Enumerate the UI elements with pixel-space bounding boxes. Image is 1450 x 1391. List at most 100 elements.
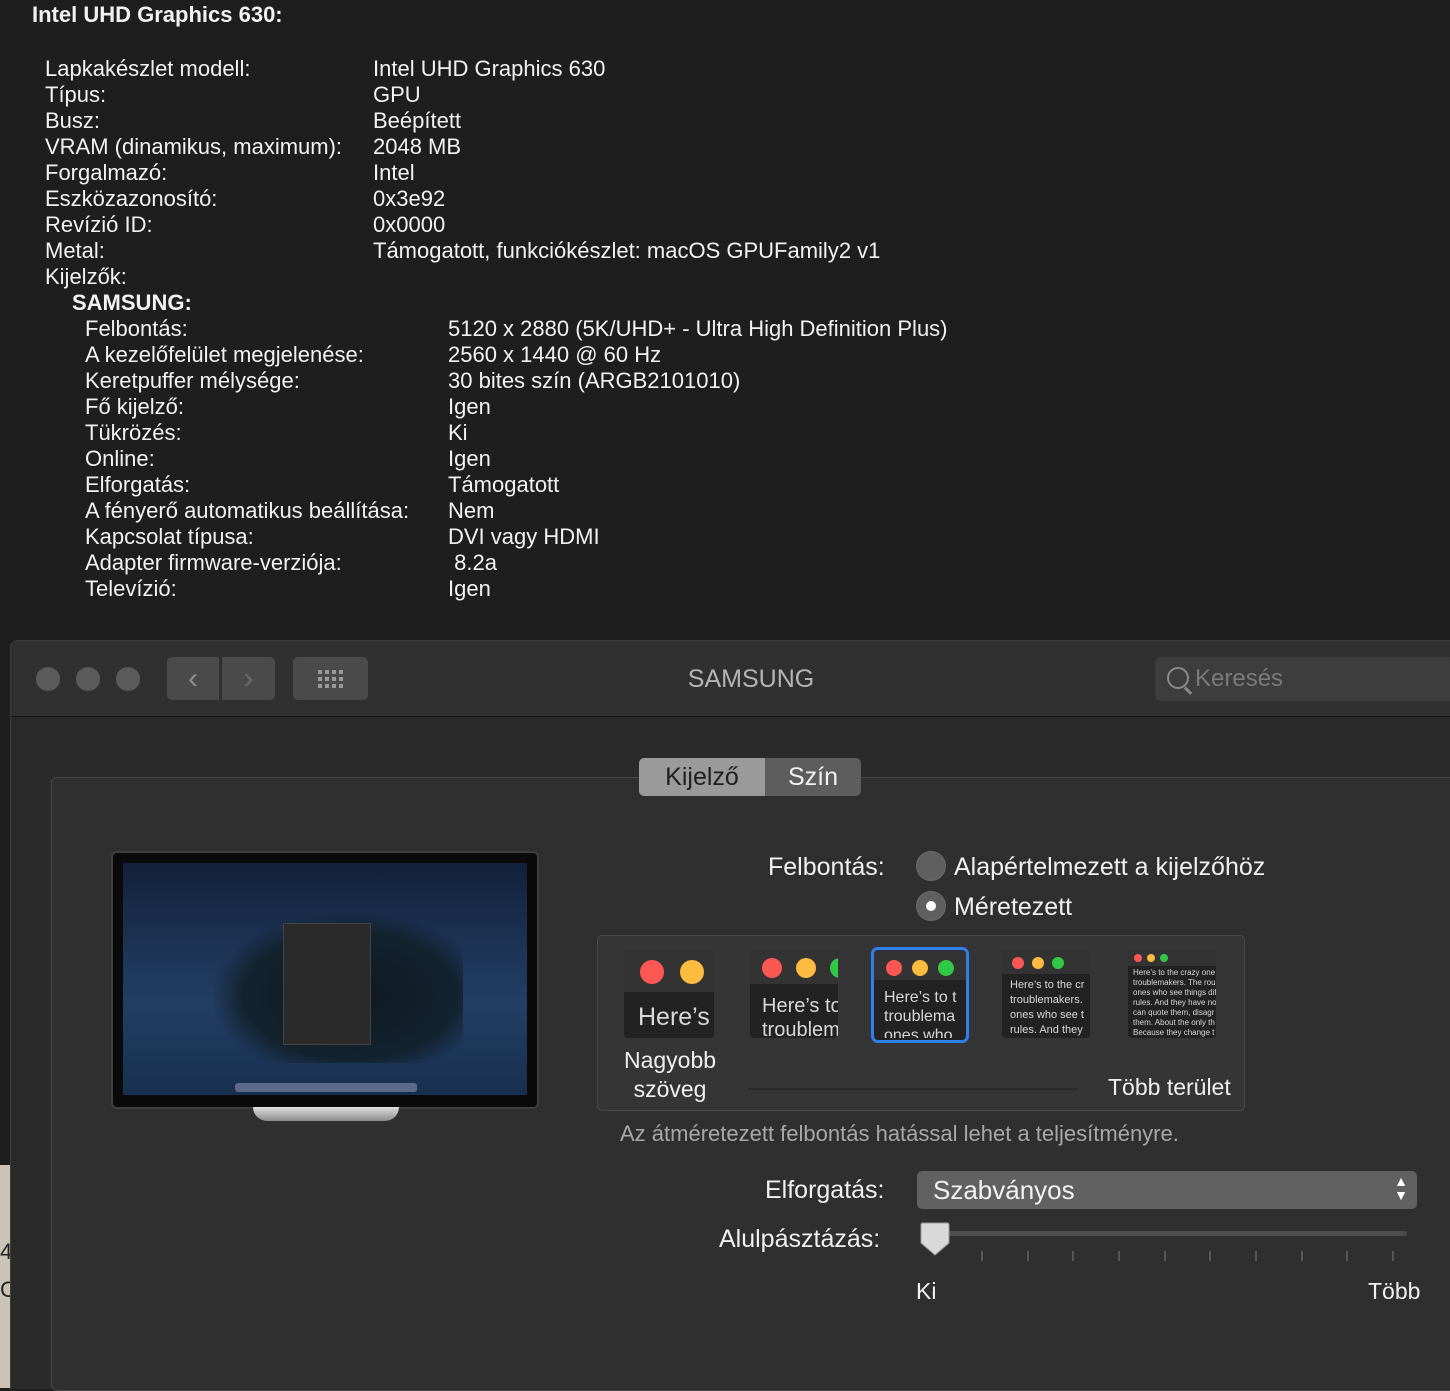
slider-tick: [981, 1251, 983, 1261]
info-value: 0x3e92: [373, 186, 446, 211]
info-label: Eszközazonosító:: [45, 186, 218, 211]
yellow-dot-icon: [1147, 954, 1155, 962]
slider-tick: [1118, 1251, 1120, 1261]
underscan-label: Alulpásztázás:: [719, 1225, 881, 1253]
scale-divider: [748, 1088, 1078, 1090]
scale-sample-text: Here’s to t troublema ones who: [884, 989, 957, 1038]
yellow-dot-icon: [796, 958, 816, 978]
scale-sample-text: Here’s to the crazy one troublemakers. T…: [1133, 968, 1216, 1037]
display-label: Fő kijelző:: [85, 394, 185, 419]
more-space-label: Több terület: [1108, 1074, 1231, 1100]
display-value: Támogatott: [448, 472, 560, 497]
radio-scaled-label[interactable]: Méretezett: [954, 893, 1072, 922]
display-label: Tükrözés:: [85, 420, 182, 445]
display-label: Felbontás:: [85, 316, 188, 341]
info-value: Intel UHD Graphics 630: [373, 56, 606, 81]
tab-color[interactable]: Szín: [765, 758, 861, 796]
search-icon: [1167, 667, 1189, 689]
display-value: Igen: [448, 446, 491, 471]
tab-display[interactable]: Kijelző: [639, 758, 765, 796]
scale-sample-text: Here’s to troublem: [762, 995, 838, 1038]
preview-dock: [235, 1083, 417, 1092]
slider-tick: [1346, 1251, 1348, 1261]
performance-note: Az átméretezett felbontás hatással lehet…: [620, 1121, 1179, 1146]
display-value: Nem: [448, 498, 495, 523]
resolution-label: Felbontás:: [768, 853, 885, 881]
green-dot-icon: [1160, 954, 1168, 962]
search-field[interactable]: [1155, 657, 1450, 701]
display-preferences-window: ‹ › SAMSUNG Kijelző Szín Felbontás: Alap…: [10, 640, 1450, 1391]
display-label: Adapter firmware-verziója:: [85, 550, 342, 575]
slider-tick: [1301, 1251, 1303, 1261]
display-value: 2560 x 1440 @ 60 Hz: [448, 342, 662, 367]
radio-default-label[interactable]: Alapértelmezett a kijelzőhöz: [954, 853, 1265, 882]
scale-sample-text: Here’s: [638, 1003, 710, 1031]
info-label: Busz:: [45, 108, 101, 133]
slider-tick: [1072, 1251, 1074, 1261]
info-value: Beépített: [373, 108, 462, 133]
scale-option-5[interactable]: Here’s to the crazy one troublemakers. T…: [1128, 950, 1216, 1038]
info-label: Típus:: [45, 82, 107, 107]
yellow-dot-icon: [1032, 957, 1044, 969]
title-bar: ‹ › SAMSUNG: [11, 641, 1450, 717]
display-value: DVI vagy HDMI: [448, 524, 600, 549]
radio-scaled-resolution[interactable]: [916, 891, 946, 921]
red-dot-icon: [1012, 957, 1024, 969]
green-dot-icon: [1052, 957, 1064, 969]
slider-tick: [1392, 1251, 1394, 1261]
rotation-value: Szabványos: [933, 1175, 1075, 1205]
info-value: Intel: [373, 160, 415, 185]
background-window-fragment: 4 C: [0, 1165, 16, 1388]
display-value: 5120 x 2880 (5K/UHD+ - Ultra High Defini…: [448, 316, 948, 341]
slider-tick: [1255, 1251, 1257, 1261]
red-dot-icon: [762, 958, 782, 978]
info-label: VRAM (dinamikus, maximum):: [45, 134, 343, 159]
yellow-dot-icon: [912, 960, 928, 976]
slider-tick: [1209, 1251, 1211, 1261]
display-label: A fényerő automatikus beállítása:: [85, 498, 410, 523]
red-dot-icon: [640, 960, 664, 984]
slider-tick: [1164, 1251, 1166, 1261]
info-label: Metal:: [45, 238, 105, 263]
info-value: 2048 MB: [373, 134, 462, 159]
rotation-label: Elforgatás:: [765, 1176, 885, 1204]
display-label: Elforgatás:: [85, 472, 191, 497]
monitor-preview: [111, 851, 539, 1121]
red-dot-icon: [886, 960, 902, 976]
info-label: Forgalmazó:: [45, 160, 168, 185]
display-label: Keretpuffer mélysége:: [85, 368, 300, 393]
slider-tick: [1027, 1251, 1029, 1261]
rotation-popup[interactable]: Szabványos ▲ ▼: [917, 1171, 1417, 1209]
radio-default-resolution[interactable]: [916, 851, 946, 881]
info-value: Támogatott, funkciókészlet: macOS GPUFam…: [373, 238, 881, 263]
info-value: 0x0000: [373, 212, 446, 237]
info-value: GPU: [373, 82, 421, 107]
red-dot-icon: [1134, 954, 1142, 962]
display-name: SAMSUNG:: [72, 290, 192, 315]
scale-option-3[interactable]: Here’s to t troublema ones who: [871, 947, 969, 1043]
underscan-slider-track[interactable]: [931, 1231, 1407, 1236]
display-label: Kapcsolat típusa:: [85, 524, 254, 549]
scale-sample-text: Here’s to the cr troublemakers. ones who…: [1010, 979, 1085, 1036]
scale-option-2[interactable]: Here’s to troublem: [750, 950, 838, 1038]
yellow-dot-icon: [680, 960, 704, 984]
search-input[interactable]: [1193, 663, 1447, 695]
green-dot-icon: [938, 960, 954, 976]
underscan-min-label: Ki: [916, 1278, 937, 1304]
scale-option-4[interactable]: Here’s to the cr troublemakers. ones who…: [1002, 950, 1090, 1038]
preview-window: [283, 923, 371, 1045]
larger-text-label: Nagyobb szöveg: [623, 1047, 717, 1102]
underscan-slider-knob[interactable]: [920, 1221, 950, 1257]
underscan-max-label: Több: [1368, 1278, 1421, 1304]
scale-option-1[interactable]: Here’s: [624, 950, 714, 1038]
display-value: 30 bites szín (ARGB2101010): [448, 368, 741, 393]
display-value: Igen: [448, 576, 491, 601]
info-label: Revízió ID:: [45, 212, 153, 237]
system-info-panel: Intel UHD Graphics 630: Lapkakészlet mod…: [0, 0, 1450, 640]
info-label: Kijelzők:: [45, 264, 127, 289]
display-label: A kezelőfelület megjelenése:: [85, 342, 364, 367]
gpu-title: Intel UHD Graphics 630:: [32, 2, 283, 27]
info-label: Lapkakészlet modell:: [45, 56, 251, 81]
up-down-arrows-icon: ▲ ▼: [1394, 1173, 1408, 1203]
display-label: Televízió:: [85, 576, 177, 601]
